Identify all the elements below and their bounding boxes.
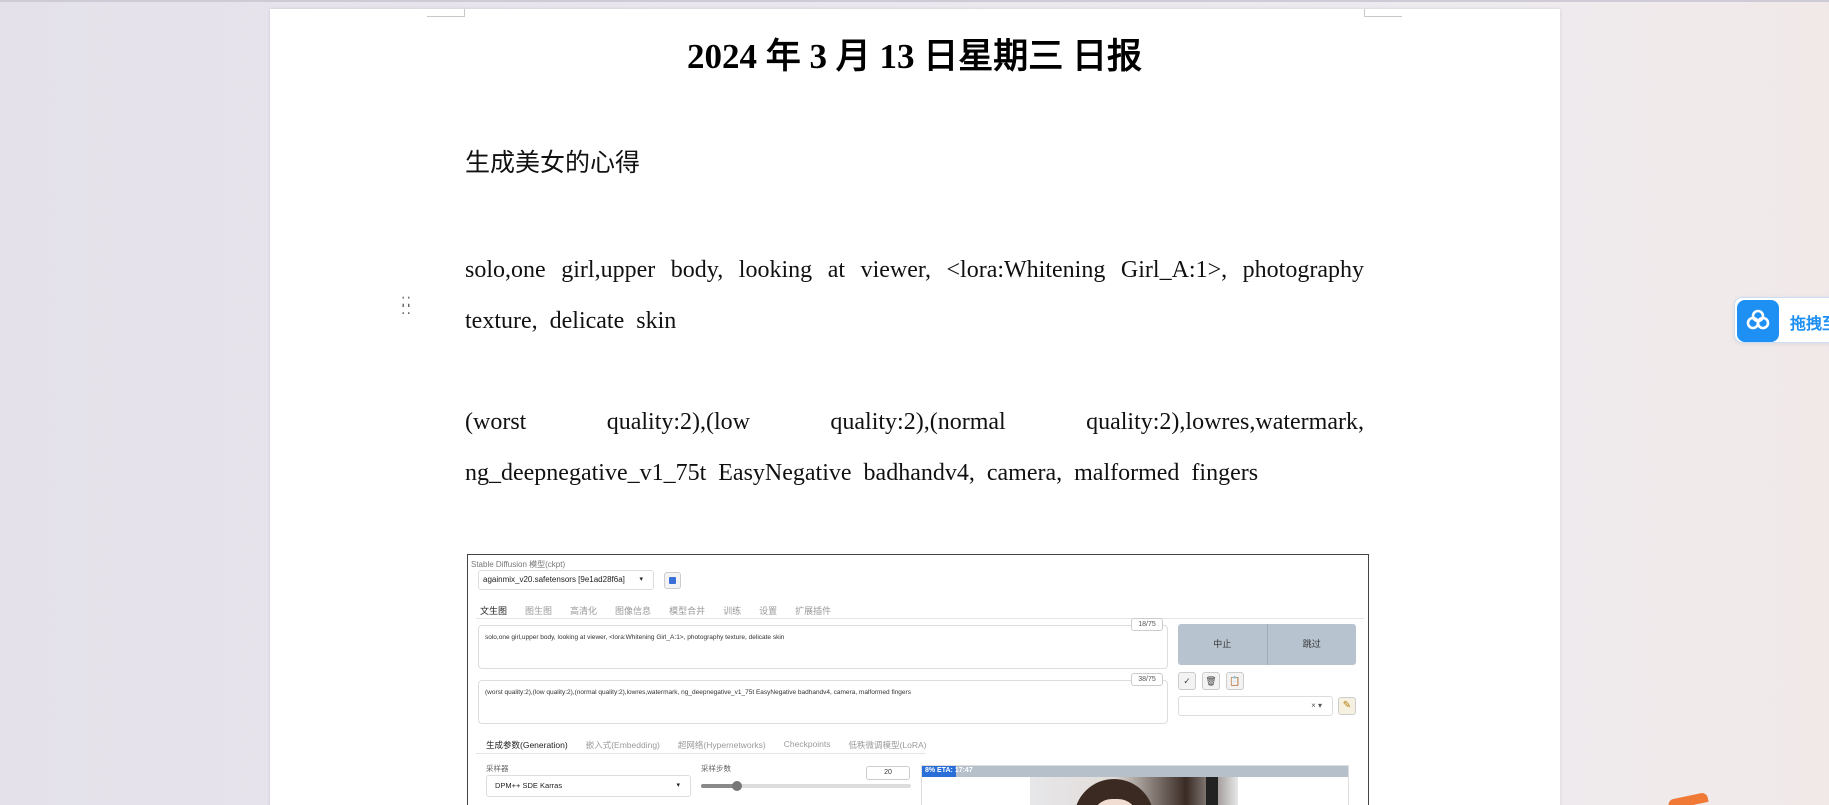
tab-img2img: 图生图 — [525, 606, 553, 616]
model-label: Stable Diffusion 模型(ckpt) — [471, 560, 566, 569]
subtab-checkpoints: Checkpoints — [783, 739, 831, 749]
model-value: againmix_v20.safetensors [9e1ad28f6a] — [483, 575, 625, 584]
tab-upscale: 高清化 — [570, 606, 598, 616]
document-title: 2024 年 3 月 13 日星期三 日报 — [686, 37, 1142, 76]
generate-actions: 中止 跳过 — [1178, 624, 1356, 665]
steps-slider-thumb — [731, 781, 742, 791]
style-clear: × ▾ — [1311, 701, 1322, 710]
prompt-tools: ✓ 🗑 📋 — [1178, 672, 1244, 690]
positive-prompt-box: solo,one girl,upper body, looking at vie… — [478, 625, 1168, 669]
tab-train: 训练 — [723, 606, 742, 616]
page-corner-mark-right — [1364, 9, 1402, 17]
sub-tabs: 生成参数(Generation) 嵌入式(Embedding) 超网络(Hype… — [486, 739, 944, 751]
corner-badge — [1667, 791, 1709, 805]
refresh-icon — [664, 572, 681, 589]
sampler-value: DPM++ SDE Karras — [495, 781, 563, 790]
positive-token-counter: 18/75 — [1131, 618, 1163, 631]
steps-slider — [701, 781, 911, 791]
sub-tabs-divider — [476, 753, 926, 754]
negative-token-counter: 38/75 — [1131, 673, 1163, 686]
subtab-generation: 生成参数(Generation) — [486, 740, 568, 750]
pencil-icon: ✎ — [1338, 697, 1356, 715]
tab-image-info: 图像信息 — [615, 606, 652, 616]
tab-model-merge: 模型合并 — [669, 606, 706, 616]
tab-txt2img: 文生图 — [480, 606, 508, 616]
sampler-select: DPM++ SDE Karras ▾ — [486, 775, 691, 797]
drag-handle-icon[interactable]: ⁚⁚ ⁚⁚ — [401, 297, 413, 322]
subtab-embedding: 嵌入式(Embedding) — [585, 740, 660, 750]
subtab-lora: 低秩微调模型(LoRA) — [848, 740, 927, 750]
interrupt-button: 中止 — [1178, 624, 1268, 665]
negative-prompt-box: (worst quality:2),(low quality:2),(norma… — [478, 680, 1168, 724]
drag-assistant-button[interactable]: 拖拽至 — [1734, 297, 1829, 343]
preview-background — [1206, 777, 1218, 805]
style-select: × ▾ — [1178, 696, 1333, 716]
sampler-label: 采样器 — [486, 764, 509, 773]
top-border — [0, 0, 1829, 2]
negative-prompt-paragraph: (worst quality:2),(low quality:2),(norma… — [465, 409, 1364, 486]
document-page[interactable]: 2024 年 3 月 13 日星期三 日报 生成美女的心得 ⁚⁚ ⁚⁚ solo,… — [270, 9, 1560, 805]
steps-label: 采样步数 — [701, 764, 731, 773]
subtab-hypernetworks: 超网络(Hypernetworks) — [677, 740, 766, 750]
tab-settings: 设置 — [759, 606, 778, 616]
tab-extensions: 扩展插件 — [795, 606, 832, 616]
chevron-down-icon: ▾ — [676, 782, 680, 789]
clipboard-icon: 📋 — [1226, 672, 1244, 690]
chevron-down-icon: ▾ — [639, 576, 643, 583]
main-tabs: 文生图 图生图 高清化 图像信息 模型合并 训练 设置 扩展插件 — [480, 604, 849, 617]
page-corner-mark-left — [427, 9, 465, 17]
section-heading: 生成美女的心得 — [465, 150, 641, 177]
progress-text: 8% ETA: 17:47 — [925, 767, 973, 774]
model-select: againmix_v20.safetensors [9e1ad28f6a] ▾ — [478, 570, 654, 590]
positive-prompt-paragraph: solo,one girl,upper body, looking at vie… — [465, 257, 1364, 334]
steps-value: 20 — [866, 766, 910, 780]
embedded-screenshot: Stable Diffusion 模型(ckpt) againmix_v20.s… — [467, 554, 1369, 805]
cloud-icon — [1737, 300, 1779, 342]
preview-image — [1030, 777, 1238, 805]
assistant-label: 拖拽至 — [1790, 314, 1829, 333]
check-icon: ✓ — [1178, 672, 1196, 690]
output-panel: 8% ETA: 17:47 — [921, 765, 1349, 805]
skip-button: 跳过 — [1267, 624, 1356, 665]
tabs-divider — [476, 618, 1364, 619]
trash-icon: 🗑 — [1202, 672, 1220, 690]
progress-bar: 8% ETA: 17:47 — [922, 766, 1348, 777]
